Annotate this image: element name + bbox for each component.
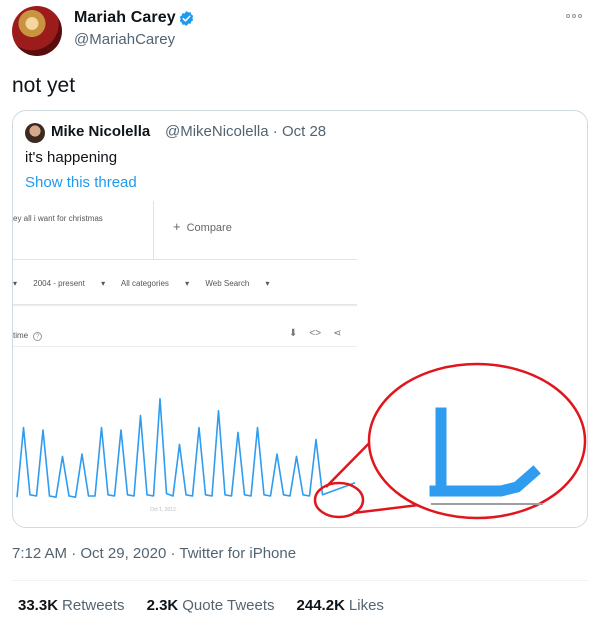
annotation-group [313, 362, 587, 520]
trends-screenshot: ey all i want for christmas + Compare ▾ 2… [13, 201, 587, 527]
quoted-text: it's happening [25, 149, 118, 166]
quoted-handle: @MikeNicolella [165, 123, 269, 140]
tweet-timestamp[interactable]: 7:12 AM · Oct 29, 2020 · Twitter for iPh… [12, 545, 296, 562]
quoted-avatar[interactable] [25, 123, 45, 143]
timestamp-sep-1: · [67, 545, 81, 562]
quoted-dot: · [272, 123, 282, 140]
more-options-icon[interactable] [566, 11, 584, 21]
quoted-tweet[interactable]: Mike Nicolella @MikeNicolella · Oct 28 i… [12, 110, 588, 528]
quoted-author-name[interactable]: Mike Nicolella [51, 123, 150, 140]
divider [12, 580, 588, 581]
tweet: Mariah Carey @MariahCarey not yet Mike N… [0, 0, 600, 630]
trend-chart [16, 362, 587, 520]
tweet-client: Twitter for iPhone [179, 545, 297, 562]
timestamp-sep-2: · [166, 545, 180, 562]
tweet-date: Oct 29, 2020 [80, 545, 167, 562]
trend-series-line [16, 398, 356, 498]
avatar[interactable] [12, 6, 62, 56]
quoted-author-handle-date: @MikeNicolella · Oct 28 [165, 123, 326, 140]
tweet-time: 7:12 AM [12, 545, 68, 562]
author-handle[interactable]: @MariahCarey [74, 31, 175, 48]
likes-stat[interactable]: 244.2K Likes [297, 597, 384, 614]
show-thread-link[interactable]: Show this thread [25, 174, 137, 191]
tweet-text: not yet [12, 74, 76, 97]
retweets-stat[interactable]: 33.3K Retweets [18, 597, 125, 614]
quote-tweets-stat[interactable]: 2.3K Quote Tweets [147, 597, 275, 614]
trend-line-group [16, 398, 356, 498]
author-name[interactable]: Mariah Carey [74, 9, 176, 27]
verified-icon [179, 11, 194, 26]
engagement-stats: 33.3K Retweets 2.3K Quote Tweets 244.2K Lik… [18, 597, 384, 614]
quoted-date[interactable]: Oct 28 [282, 123, 326, 140]
